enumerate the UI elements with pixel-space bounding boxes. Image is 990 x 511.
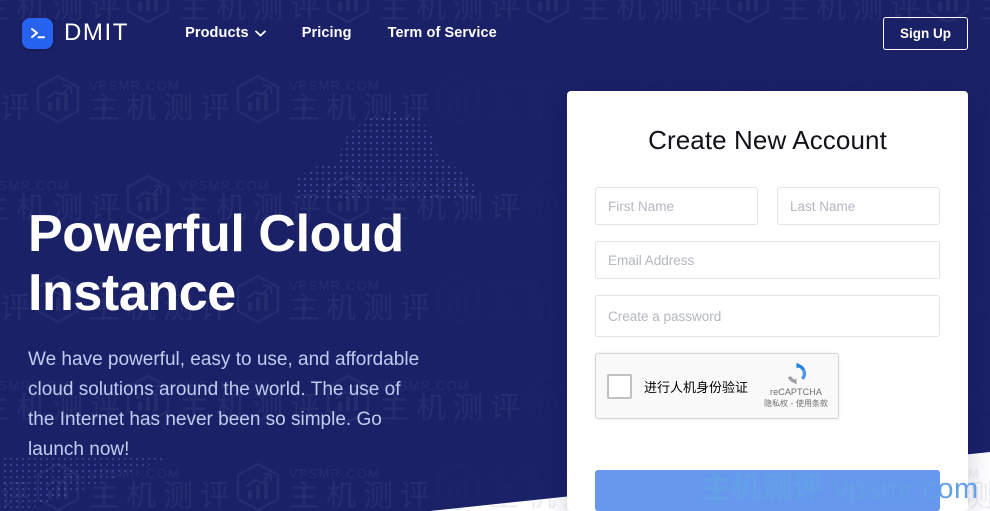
- email-input[interactable]: [595, 241, 940, 279]
- hero-title-line-2: Instance: [28, 263, 236, 322]
- recaptcha-brand: reCAPTCHA 隐私权 - 使用条款: [762, 361, 830, 409]
- recaptcha-legal-links[interactable]: 隐私权 - 使用条款: [764, 398, 828, 409]
- nav-item-products[interactable]: Products: [185, 25, 266, 41]
- hero-subtitle: We have powerful, easy to use, and affor…: [28, 348, 420, 460]
- nav-item-products-label: Products: [185, 25, 249, 41]
- password-input[interactable]: [595, 295, 940, 337]
- first-name-input[interactable]: [595, 187, 758, 225]
- recaptcha-logo-icon: [787, 362, 806, 385]
- main-nav: Products Pricing Term of Service: [185, 25, 497, 41]
- cloud-dot-pattern: [296, 111, 478, 200]
- nav-item-pricing-label: Pricing: [301, 25, 352, 41]
- signup-button[interactable]: Sign Up: [883, 16, 968, 50]
- hero-title: Powerful Cloud Instance: [28, 205, 428, 323]
- page-root: VPSMR.COM 主机测评 VPSMR.COM 主机测评: [0, 0, 990, 511]
- chevron-down-icon: [254, 25, 266, 41]
- brand-logo[interactable]: DMIT: [22, 17, 130, 49]
- watermark-banner-domain: vpsmr.com: [834, 473, 979, 505]
- email-row: [595, 241, 940, 279]
- terminal-prompt-icon: [22, 17, 53, 49]
- nav-item-term-of-service-label: Term of Service: [387, 25, 497, 41]
- site-header: DMIT Products Pricing Term of Service Si…: [0, 0, 990, 66]
- watermark-banner: 主机测评 vpsmr.com: [700, 463, 979, 507]
- recaptcha-label: 进行人机身份验证: [644, 380, 749, 396]
- signup-card-title: Create New Account: [648, 125, 887, 155]
- watermark-banner-chinese: 主机测评: [700, 471, 824, 506]
- password-row: [595, 295, 940, 337]
- recaptcha-brand-name: reCAPTCHA: [770, 387, 822, 397]
- hero-title-line-1: Powerful Cloud: [28, 205, 404, 263]
- nav-item-term-of-service[interactable]: Term of Service: [388, 25, 497, 41]
- last-name-input[interactable]: [777, 187, 940, 225]
- recaptcha-checkbox[interactable]: [607, 373, 632, 399]
- signup-card: Create New Account 进行人机身份验证 reCA: [567, 91, 968, 511]
- brand-name: DMIT: [64, 19, 130, 46]
- nav-item-pricing[interactable]: Pricing: [302, 25, 352, 41]
- recaptcha-widget[interactable]: 进行人机身份验证 reCAPTCHA 隐私权 - 使用条款: [595, 353, 839, 419]
- hero-copy: Powerful Cloud Instance We have powerful…: [28, 205, 428, 465]
- name-row: [595, 187, 940, 225]
